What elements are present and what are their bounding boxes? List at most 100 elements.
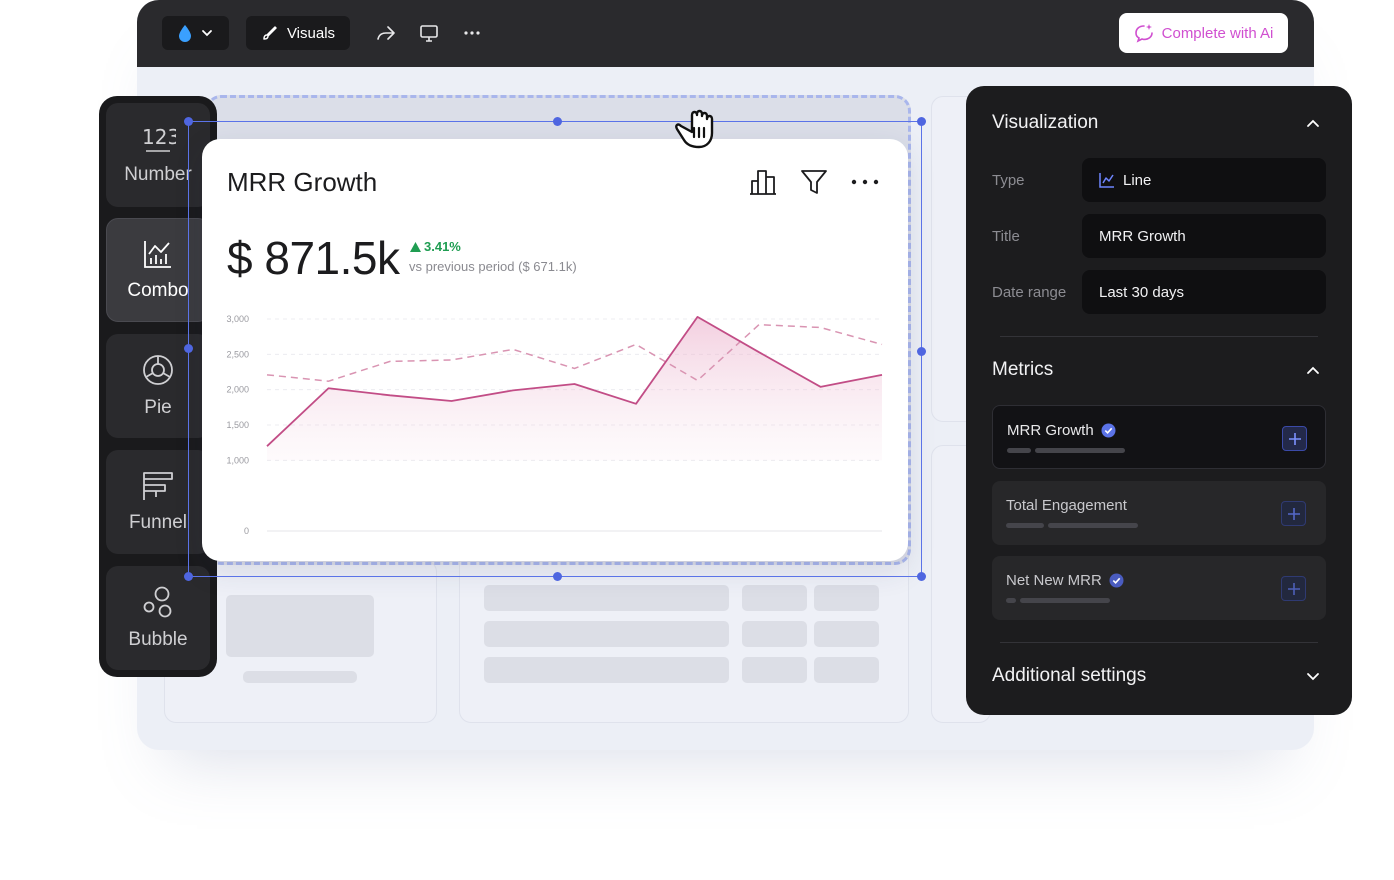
visualization-title: Visualization xyxy=(992,112,1099,133)
verified-icon xyxy=(1109,573,1124,588)
more-button[interactable] xyxy=(461,22,483,44)
placeholder-table xyxy=(459,540,909,723)
sidebar-item-label: Bubble xyxy=(128,629,188,650)
metric-bar xyxy=(1035,448,1125,453)
metric-value: $ 871.5k xyxy=(227,232,400,284)
placeholder-cell xyxy=(814,657,879,683)
metric-bar xyxy=(1006,598,1016,603)
placeholder-row xyxy=(484,585,729,611)
series-area xyxy=(267,316,882,461)
present-icon xyxy=(420,25,438,42)
metric-bar xyxy=(1048,523,1138,528)
ai-label: Complete with Ai xyxy=(1161,24,1274,42)
metric-item-mrr-growth[interactable]: MRR Growth xyxy=(992,405,1326,469)
additional-settings-title: Additional settings xyxy=(992,665,1147,686)
funnel-icon xyxy=(143,472,173,500)
y-tick-label: 1,000 xyxy=(226,455,249,465)
metric-label: MRR Growth xyxy=(1007,422,1094,439)
add-metric-button[interactable] xyxy=(1281,501,1306,526)
placeholder-cell xyxy=(814,585,879,611)
visuals-label: Visuals xyxy=(286,24,336,42)
ai-sparkle-icon xyxy=(1134,24,1153,43)
sidebar-item-label: Combo xyxy=(127,280,189,301)
divider xyxy=(1000,336,1318,337)
type-select[interactable]: Line xyxy=(1082,158,1326,202)
mrr-growth-card[interactable]: MRR Growth $ 871.5k 3.41% vs previous pe… xyxy=(202,139,908,561)
verified-icon xyxy=(1101,423,1116,438)
svg-text:123: 123 xyxy=(142,125,176,149)
sidebar-item-label: Funnel xyxy=(128,512,188,533)
placeholder-row xyxy=(484,621,729,647)
more-icon xyxy=(464,31,480,35)
complete-with-ai-button[interactable]: Complete with Ai xyxy=(1119,13,1288,53)
placeholder-cell xyxy=(742,657,807,683)
bubble-icon xyxy=(143,586,172,618)
title-input[interactable]: MRR Growth xyxy=(1082,214,1326,258)
visuals-button[interactable]: Visuals xyxy=(246,16,350,50)
metric-name: Net New MRR xyxy=(1006,572,1124,589)
plus-icon xyxy=(1288,432,1301,445)
divider xyxy=(1000,642,1318,643)
chevron-up-icon xyxy=(1307,366,1319,374)
metric-item-net-new-mrr[interactable]: Net New MRR xyxy=(992,556,1326,620)
date-range-select[interactable]: Last 30 days xyxy=(1082,270,1326,314)
metric-label: Total Engagement xyxy=(1006,497,1127,514)
chevron-up-icon xyxy=(1307,119,1319,127)
date-range-value: Last 30 days xyxy=(1099,283,1185,301)
placeholder-row xyxy=(484,657,729,683)
card-more-button[interactable] xyxy=(850,167,880,197)
chevron-down-icon xyxy=(1307,673,1319,681)
arrow-up-icon xyxy=(410,241,421,252)
collapse-metrics-button[interactable] xyxy=(1302,359,1324,381)
metric-item-total-engagement[interactable]: Total Engagement xyxy=(992,481,1326,545)
placeholder-line xyxy=(243,671,357,683)
placeholder-cell xyxy=(814,621,879,647)
brush-icon xyxy=(263,26,277,40)
change-value: 3.41% xyxy=(424,239,461,254)
share-icon xyxy=(377,26,395,40)
change-badge: 3.41% xyxy=(410,239,461,254)
chart-type-button[interactable] xyxy=(748,167,778,197)
title-value: MRR Growth xyxy=(1099,227,1186,245)
more-icon xyxy=(851,179,879,185)
pie-icon xyxy=(143,355,173,385)
date-range-label: Date range xyxy=(992,284,1067,301)
placeholder-cell xyxy=(742,621,807,647)
type-value: Line xyxy=(1123,171,1152,189)
placeholder-block xyxy=(226,595,374,657)
sidebar-item-bubble[interactable]: Bubble xyxy=(106,566,210,670)
y-tick-label: 0 xyxy=(244,526,249,536)
title-label: Title xyxy=(992,228,1020,245)
y-tick-label: 2,000 xyxy=(226,385,249,395)
metrics-title: Metrics xyxy=(992,359,1054,380)
sidebar-item-funnel[interactable]: Funnel xyxy=(106,450,210,554)
present-button[interactable] xyxy=(418,22,440,44)
metric-bar xyxy=(1006,523,1044,528)
theme-dropdown[interactable] xyxy=(162,16,229,50)
type-label: Type xyxy=(992,172,1025,189)
topbar: Visuals Complete with Ai xyxy=(137,0,1314,67)
sidebar-item-pie[interactable]: Pie xyxy=(106,334,210,438)
share-button[interactable] xyxy=(375,22,397,44)
bar-chart-icon xyxy=(750,170,776,195)
add-metric-button[interactable] xyxy=(1281,576,1306,601)
metric-name: Total Engagement xyxy=(1006,497,1127,514)
metric-bar xyxy=(1007,448,1031,453)
card-title: MRR Growth xyxy=(227,167,378,197)
combo-chart-icon xyxy=(144,241,171,268)
filter-button[interactable] xyxy=(799,167,829,197)
metric-name: MRR Growth xyxy=(1007,422,1116,439)
sidebar-item-label: Number xyxy=(124,164,192,185)
line-chart: 3,000 2,500 2,000 1,500 1,000 0 xyxy=(226,314,883,536)
expand-additional-settings-button[interactable] xyxy=(1302,665,1324,687)
sidebar-item-combo[interactable]: Combo xyxy=(106,218,210,322)
collapse-visualization-button[interactable] xyxy=(1302,112,1324,134)
add-metric-button[interactable] xyxy=(1282,426,1307,451)
plus-icon xyxy=(1287,507,1300,520)
placeholder-cell xyxy=(742,585,807,611)
metric-bar xyxy=(1020,598,1110,603)
compare-text: vs previous period ($ 671.1k) xyxy=(409,259,577,274)
settings-panel: Visualization Type Line Title MRR Growth… xyxy=(966,86,1352,715)
number-icon: 123 xyxy=(142,125,176,152)
sidebar-item-number[interactable]: 123 Number xyxy=(106,103,210,207)
